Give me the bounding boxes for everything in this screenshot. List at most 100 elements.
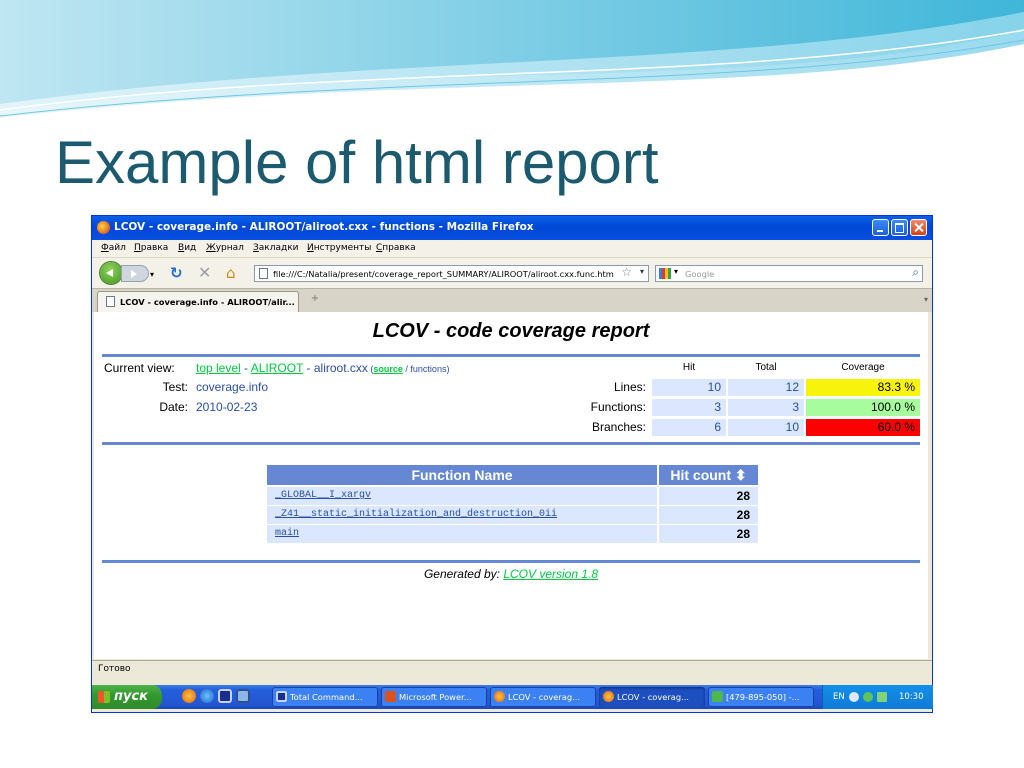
- breadcrumb-separator: -: [240, 361, 251, 375]
- function-link-main[interactable]: main: [267, 525, 657, 543]
- stat-coverage-lines: 83.3 %: [806, 379, 920, 396]
- function-hit-count: 28: [659, 506, 758, 524]
- stat-hit-lines: 10: [652, 379, 726, 396]
- start-button[interactable]: пуск: [92, 685, 162, 709]
- firefox-icon: [494, 691, 505, 702]
- taskbar-lcov-2[interactable]: LCOV - coverag...: [599, 687, 705, 707]
- taskbar-label: Total Command...: [290, 692, 363, 702]
- tab-list-dropdown-icon[interactable]: ▾: [924, 295, 928, 304]
- taskbar-powerpoint[interactable]: Microsoft Power...: [381, 687, 487, 707]
- generated-prefix: Generated by:: [423, 567, 504, 581]
- header-rule-top: [102, 354, 920, 357]
- stat-label-functions: Functions:: [590, 400, 646, 414]
- menu-edit[interactable]: Правка: [134, 243, 168, 253]
- test-value: coverage.info: [196, 380, 269, 394]
- function-link-global-xargv[interactable]: _GLOBAL__I_xargv: [267, 487, 657, 505]
- menu-tools[interactable]: Инструменты: [307, 243, 371, 253]
- forward-button[interactable]: [122, 266, 148, 281]
- url-dropdown-icon[interactable]: ▾: [640, 267, 644, 276]
- stat-label-branches: Branches:: [591, 420, 646, 434]
- search-bar[interactable]: ▾ Google ⌕: [655, 265, 923, 282]
- powerpoint-icon: [385, 691, 396, 702]
- status-text: Готово: [98, 664, 131, 674]
- signal-icon[interactable]: [877, 692, 887, 702]
- date-value: 2010-02-23: [196, 400, 258, 414]
- url-text[interactable]: file:///C:/Natalia/present/coverage_repo…: [273, 269, 614, 279]
- menu-view[interactable]: Вид: [178, 243, 196, 253]
- stop-icon[interactable]: ✕: [198, 264, 211, 282]
- report-title: LCOV - code coverage report: [372, 320, 650, 342]
- system-tray: EN 10:30: [822, 685, 933, 709]
- page-icon: [259, 268, 268, 279]
- reload-icon[interactable]: ↻: [170, 264, 183, 282]
- windows-taskbar: пуск Total Command... Microsoft Power...…: [92, 685, 933, 709]
- ie-quicklaunch-icon[interactable]: [200, 689, 214, 703]
- page-icon: [106, 296, 115, 307]
- window-titlebar[interactable]: LCOV - coverage.info - ALIROOT/aliroot.c…: [92, 216, 932, 240]
- total-commander-quicklaunch-icon[interactable]: [218, 689, 232, 703]
- taskbar-skype-call[interactable]: [479-895-050] -...: [708, 687, 814, 707]
- page-content: LCOV - code coverage report Current view…: [94, 312, 928, 659]
- menu-file[interactable]: Файл: [101, 243, 126, 253]
- history-dropdown-icon[interactable]: ▾: [150, 266, 154, 284]
- search-placeholder: Google: [685, 269, 715, 279]
- hit-count-header[interactable]: Hit count ⬍: [659, 465, 758, 485]
- lcov-version-link[interactable]: LCOV version 1.8: [503, 567, 598, 581]
- stat-total-lines: 12: [728, 379, 804, 396]
- taskbar-label: LCOV - coverag...: [508, 692, 581, 702]
- stat-total-branches: 10: [728, 419, 804, 436]
- generated-by: Generated by: LCOV version 1.8: [94, 567, 928, 581]
- tab-lcov[interactable]: LCOV - coverage.info - ALIROOT/alir...: [97, 291, 299, 312]
- network-icon[interactable]: [863, 692, 873, 702]
- new-tab-icon[interactable]: +: [304, 293, 326, 309]
- search-engine-dropdown-icon[interactable]: ▾: [674, 267, 678, 276]
- test-label: Test:: [162, 380, 188, 394]
- slide-title: Example of html report: [55, 129, 659, 196]
- menu-help[interactable]: Справка: [376, 243, 416, 253]
- url-bar[interactable]: file:///C:/Natalia/present/coverage_repo…: [254, 265, 649, 282]
- language-indicator[interactable]: EN: [833, 692, 845, 702]
- desktop-quicklaunch-icon[interactable]: [236, 689, 250, 703]
- menu-bookmarks[interactable]: Закладки: [253, 243, 299, 253]
- navigation-toolbar: ▾ ↻ ✕ ⌂ file:///C:/Natalia/present/cover…: [92, 257, 932, 289]
- firefox-quicklaunch-icon[interactable]: [182, 689, 196, 703]
- taskbar-lcov-1[interactable]: LCOV - coverag...: [490, 687, 596, 707]
- tab-label: LCOV - coverage.info - ALIROOT/alir...: [120, 297, 295, 307]
- google-icon[interactable]: [659, 268, 671, 279]
- slide-header-waves: [0, 0, 1024, 118]
- volume-icon[interactable]: [849, 692, 859, 702]
- menu-history[interactable]: Журнал: [206, 243, 244, 253]
- hit-column-header: Hit: [682, 362, 696, 373]
- stat-hit-branches: 6: [652, 419, 726, 436]
- minimize-button[interactable]: [872, 219, 889, 236]
- function-name-header[interactable]: Function Name: [267, 465, 657, 485]
- stat-coverage-functions: 100.0 %: [806, 399, 920, 416]
- stat-hit-functions: 3: [652, 399, 726, 416]
- search-icon[interactable]: ⌕: [912, 265, 919, 280]
- menu-bar: Файл Правка Вид Журнал Закладки Инструме…: [92, 240, 932, 257]
- status-bar: Готово: [92, 660, 932, 679]
- home-icon[interactable]: ⌂: [226, 264, 236, 282]
- window-title: LCOV - coverage.info - ALIROOT/aliroot.c…: [114, 221, 534, 233]
- clock: 10:30: [899, 692, 924, 702]
- function-hit-count: 28: [659, 487, 758, 505]
- view-paren-close: ): [446, 364, 450, 374]
- firefox-window: LCOV - coverage.info - ALIROOT/aliroot.c…: [92, 216, 932, 712]
- back-button[interactable]: [100, 262, 122, 284]
- function-hit-count: 28: [659, 525, 758, 543]
- tab-bar: LCOV - coverage.info - ALIROOT/alir... +…: [92, 288, 932, 312]
- taskbar-total-commander[interactable]: Total Command...: [272, 687, 378, 707]
- breadcrumb-top-level-link[interactable]: top level: [196, 361, 241, 375]
- maximize-button[interactable]: [891, 219, 908, 236]
- phone-icon: [712, 691, 723, 702]
- functions-view-label: functions: [410, 364, 447, 374]
- floppy-icon: [276, 691, 287, 702]
- source-view-link[interactable]: source: [373, 364, 403, 374]
- firefox-icon: [603, 691, 614, 702]
- view-switch: (source / functions): [368, 364, 450, 374]
- close-button[interactable]: [910, 219, 927, 236]
- bookmark-star-icon[interactable]: ☆: [621, 265, 632, 279]
- breadcrumb-aliroot-link[interactable]: ALIROOT: [251, 361, 303, 375]
- coverage-column-header: Coverage: [841, 362, 885, 373]
- function-link-static-init[interactable]: _Z41__static_initialization_and_destruct…: [267, 506, 657, 524]
